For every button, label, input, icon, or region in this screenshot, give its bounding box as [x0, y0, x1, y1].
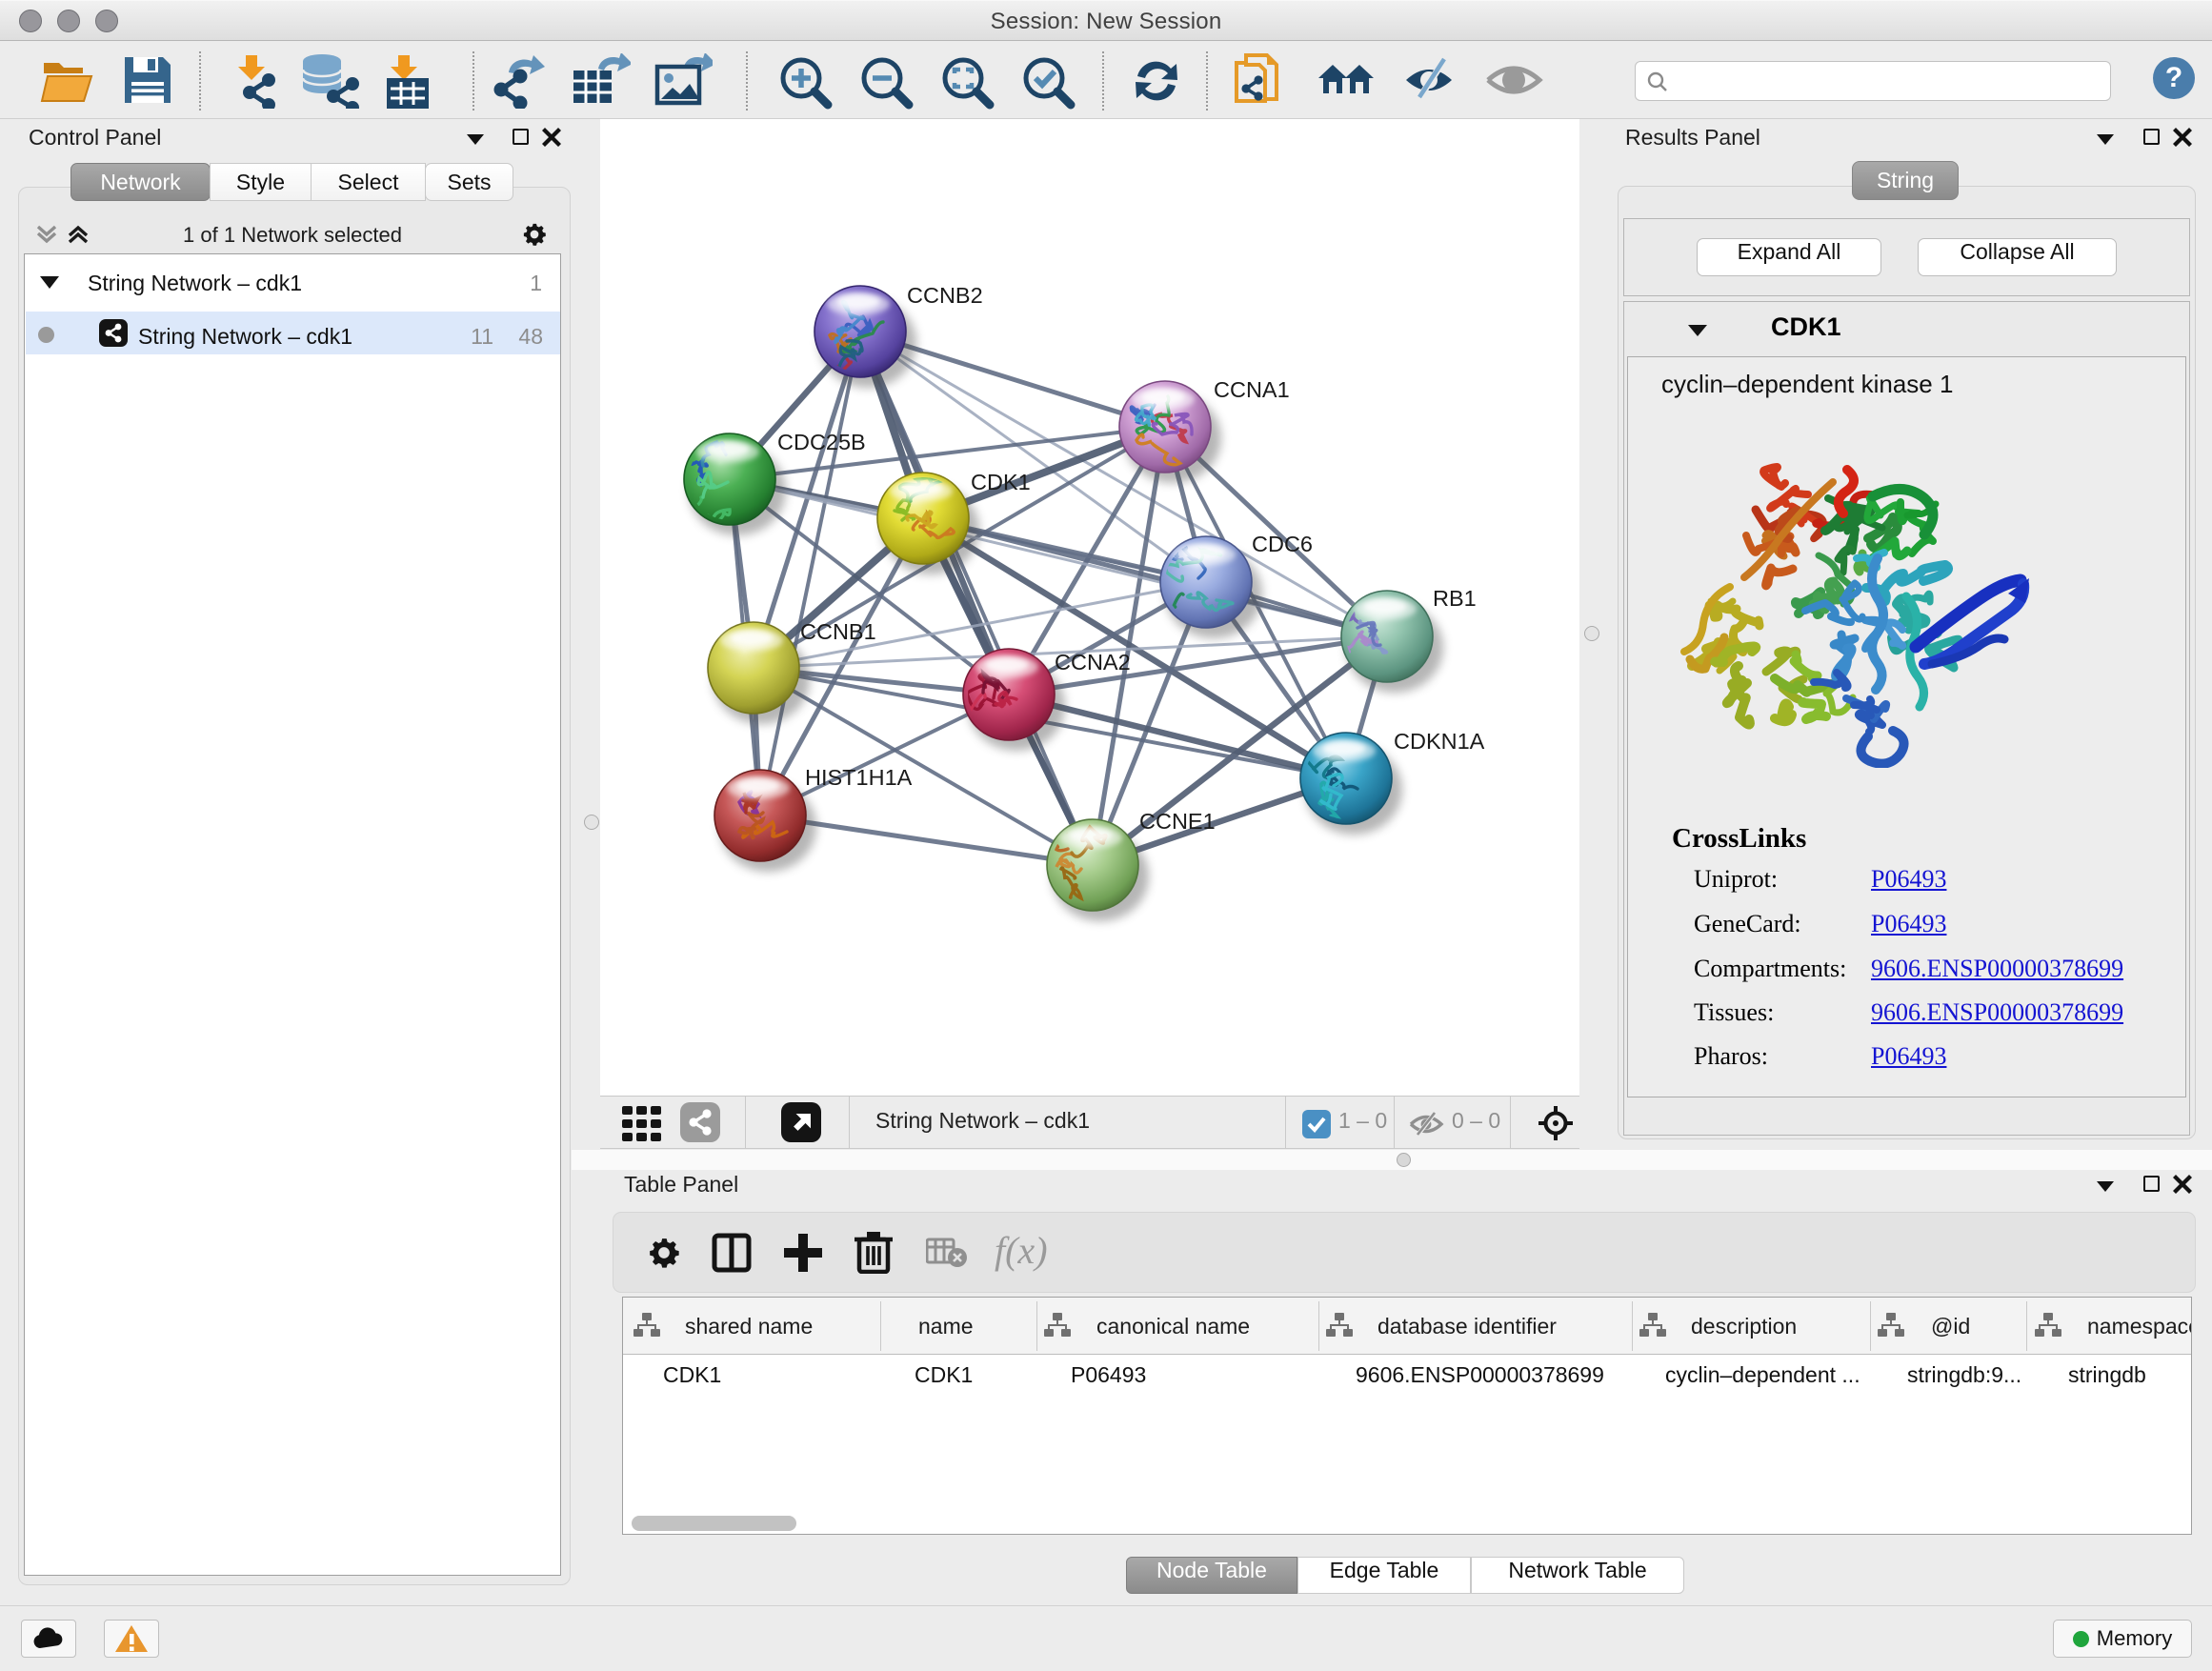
svg-text:HIST1H1A: HIST1H1A — [805, 765, 913, 790]
svg-text:CDKN1A: CDKN1A — [1394, 729, 1485, 754]
svg-text:CCNE1: CCNE1 — [1139, 809, 1216, 834]
svg-text:CDC25B: CDC25B — [777, 430, 866, 454]
svg-text:CCNA1: CCNA1 — [1214, 377, 1290, 402]
svg-text:CCNA2: CCNA2 — [1055, 650, 1131, 674]
svg-text:CCNB1: CCNB1 — [800, 619, 876, 644]
svg-text:?: ? — [2165, 62, 2182, 93]
svg-text:CCNB2: CCNB2 — [907, 283, 983, 308]
svg-text:CDC6: CDC6 — [1252, 532, 1313, 556]
svg-text:RB1: RB1 — [1433, 586, 1477, 611]
svg-text:CDK1: CDK1 — [971, 470, 1031, 494]
